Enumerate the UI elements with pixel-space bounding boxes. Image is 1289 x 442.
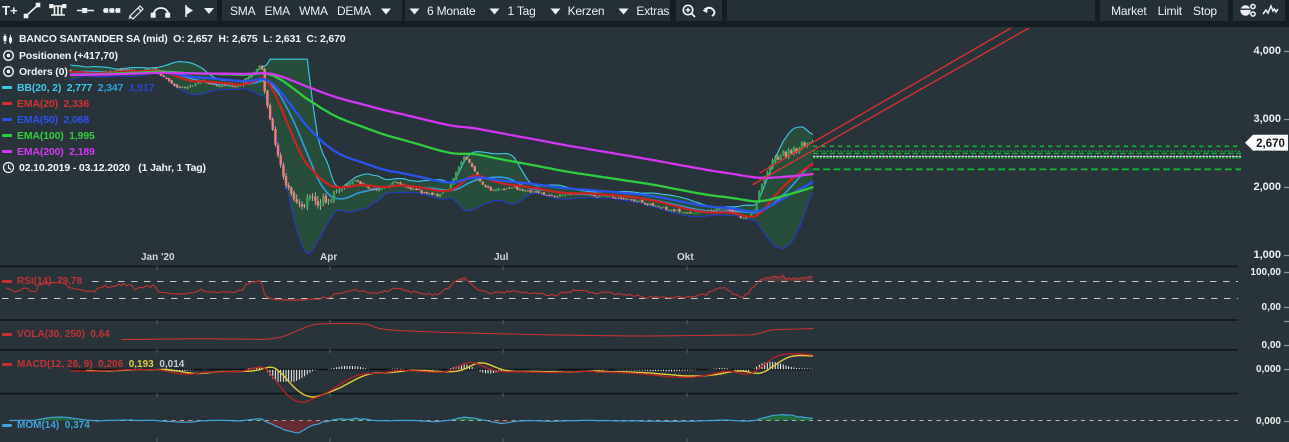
svg-text:2,670: 2,670 (1256, 138, 1285, 150)
svg-text:T+: T+ (2, 3, 18, 18)
